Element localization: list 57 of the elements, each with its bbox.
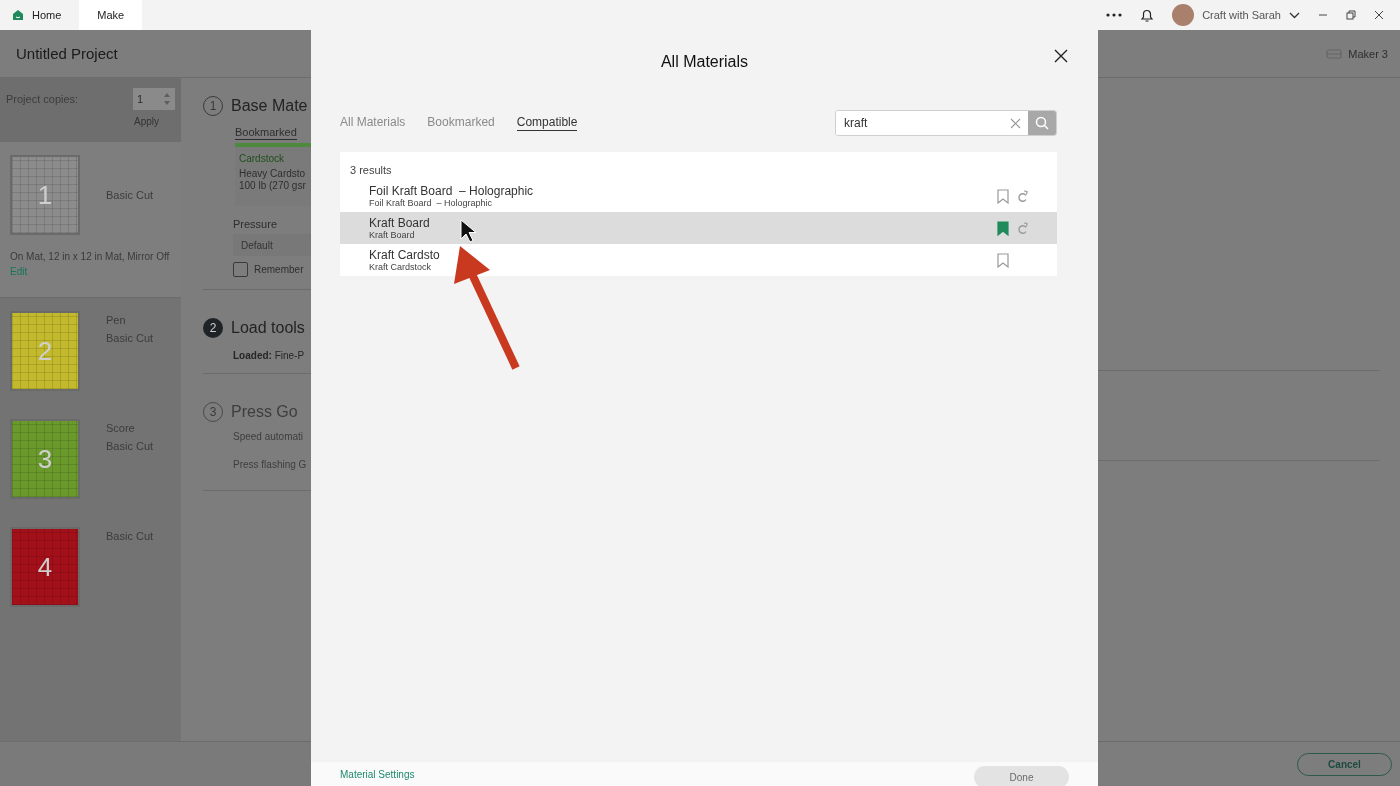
pressure-label: Pressure bbox=[233, 218, 279, 230]
step-title: Base Mate bbox=[231, 97, 308, 115]
material-name: Heavy Cardsto bbox=[239, 168, 307, 180]
step-text: Press flashing G bbox=[233, 459, 308, 470]
bookmark-icon[interactable] bbox=[997, 188, 1009, 204]
material-weight: 100 lb (270 gsr bbox=[239, 180, 307, 192]
cycle-icon[interactable] bbox=[1017, 221, 1028, 235]
apply-button[interactable]: Apply bbox=[134, 116, 159, 127]
chevron-down-icon[interactable] bbox=[1289, 11, 1300, 19]
copies-spinner[interactable]: 1 bbox=[133, 88, 175, 110]
material-name: Foil Kraft Board – Holographic bbox=[369, 184, 535, 198]
filter-tab[interactable]: Compatible bbox=[516, 115, 578, 131]
bookmark-icon[interactable] bbox=[997, 220, 1009, 236]
mouse-pointer-icon bbox=[460, 219, 476, 243]
remember-checkbox[interactable] bbox=[233, 262, 248, 277]
mat-preview[interactable]: 4 bbox=[10, 527, 80, 607]
step-title: Press Go bbox=[231, 403, 298, 421]
material-tab[interactable]: Bookmarked bbox=[235, 126, 297, 140]
material-subtitle: Foil Kraft Board – Holographic bbox=[369, 198, 494, 208]
clear-icon[interactable] bbox=[1009, 117, 1021, 129]
close-icon[interactable] bbox=[1374, 10, 1384, 20]
result-count: 3 results bbox=[349, 164, 393, 176]
close-button[interactable] bbox=[1054, 49, 1068, 63]
home-icon bbox=[12, 9, 24, 21]
material-category: Cardstock bbox=[239, 153, 285, 165]
material-subtitle: Kraft Cardstock bbox=[369, 262, 433, 272]
restore-icon[interactable] bbox=[1346, 10, 1356, 20]
search-field[interactable]: kraft bbox=[835, 110, 1057, 136]
material-name: Kraft Board bbox=[369, 216, 431, 230]
step-title: Load tools bbox=[231, 319, 305, 337]
material-settings-link[interactable]: Material Settings bbox=[340, 768, 415, 780]
app-tab[interactable]: Make bbox=[79, 0, 143, 30]
more-icon[interactable] bbox=[1106, 13, 1123, 17]
filter-tab[interactable]: All Materials bbox=[340, 115, 406, 131]
machine-name: Maker 3 bbox=[1348, 47, 1388, 60]
cycle-icon[interactable] bbox=[1017, 189, 1028, 203]
material-row[interactable]: Kraft Board Kraft Board bbox=[340, 212, 1057, 244]
search-button[interactable] bbox=[1028, 111, 1056, 135]
dialog-title: All Materials bbox=[660, 53, 749, 71]
filter-tab[interactable]: Bookmarked bbox=[427, 115, 495, 131]
step-text: Loaded: Fine-P bbox=[233, 350, 306, 361]
bookmark-icon[interactable] bbox=[997, 252, 1009, 268]
material-subtitle: Kraft Board bbox=[369, 230, 416, 240]
mat-label: Basic Cut bbox=[106, 188, 154, 203]
bell-icon[interactable] bbox=[1140, 7, 1155, 23]
search-icon[interactable] bbox=[1035, 116, 1049, 130]
pressure-select[interactable]: Default bbox=[233, 234, 311, 256]
remember-label: Remember bbox=[254, 264, 304, 275]
avatar[interactable] bbox=[1172, 4, 1195, 26]
app-tab[interactable]: Home bbox=[0, 0, 80, 30]
material-name: Kraft Cardsto bbox=[369, 248, 441, 262]
material-row[interactable]: Foil Kraft Board – Holographic Foil Kraft Board – Holographic bbox=[340, 180, 1057, 212]
mat-details: On Mat, 12 in x 12 in Mat, Mirror Off bbox=[10, 251, 171, 262]
step-text: Speed automati bbox=[233, 431, 305, 442]
step-number: 2 bbox=[203, 318, 223, 338]
material-row[interactable]: Kraft Cardsto Kraft Cardstock bbox=[340, 244, 1057, 276]
account-name[interactable]: Craft with Sarah bbox=[1202, 9, 1281, 21]
